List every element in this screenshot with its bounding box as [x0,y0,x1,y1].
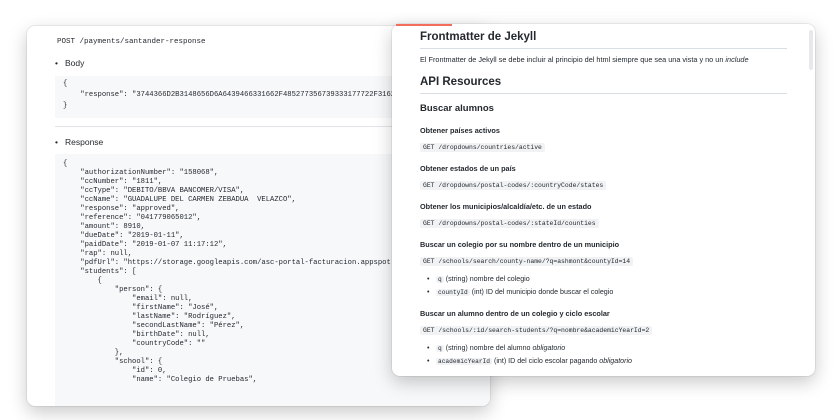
param-desc: (int) ID del ciclo escolar pagando [493,357,598,365]
code-line: { [63,80,68,88]
buscar-alumnos-heading: Buscar alumnos [420,103,494,114]
param-name: countyId [436,289,470,296]
body-label: Body [55,58,85,68]
section-title: Buscar un colegio por su nombre dentro d… [420,240,620,249]
code-line: "lastName": "Rodríguez", [63,313,236,321]
param-desc: (int) ID del municipio donde buscar el c… [471,288,614,296]
heading-rule [420,48,787,49]
endpoint-code: GET /schools/:id/search-students/?q=nomb… [420,326,653,335]
param-name: academicYearId [436,358,492,365]
frontmatter-paragraph: El Frontmatter de Jekyll se debe incluir… [420,55,749,64]
code-line: { [63,277,102,285]
param-name: q [436,345,444,352]
endpoint-path: POST /payments/santander-response [57,38,206,46]
scrollbar[interactable] [809,30,813,70]
code-line: "email": null, [63,295,193,303]
code-line: "id": 0, [63,367,167,375]
param-required: obligatorio [599,357,632,365]
api-resources-heading: API Resources [420,76,502,88]
code-line: "response": "3744366D2B3148656D6A6439466… [63,91,404,99]
param-item: q (string) nombre del alumno obligatorio [427,344,566,352]
frontmatter-emphasis: include [725,55,749,64]
code-line: "school": { [63,358,163,366]
param-item: academicYearId (int) ID del ciclo escola… [427,357,632,365]
param-item: countyId (int) ID del municipio donde bu… [427,288,614,296]
endpoint-code: GET /dropdowns/postal-codes/:countryCode… [420,181,607,190]
param-desc: (string) nombre del colegio [445,275,530,283]
code-line: "name": "Colegio de Pruebas", [63,376,258,384]
code-line: "birthDate": null, [63,331,210,339]
section-title: Obtener países activos [420,126,500,135]
code-line: "authorizationNumber": "158068", [63,169,219,177]
code-line: "person": { [63,286,163,294]
code-line: "rap": null, [63,250,133,258]
section-title: Obtener estados de un país [420,164,516,173]
code-line: "paidDate": "2019-01-07 11:17:12", [63,241,227,249]
code-line: "ccType": "DEBITO/BBVA BANCOMER/VISA", [63,187,245,195]
code-line: "amount": 8910, [63,223,145,231]
section-title: Obtener los municipios/alcaldía/etc. de … [420,202,592,211]
code-line: "reference": "041779065012", [63,214,202,222]
endpoint-code: GET /dropdowns/countries/active [420,143,545,152]
code-line: "dueDate": "2019-01-11", [63,232,184,240]
code-line: "secondLastName": "Pérez", [63,322,245,330]
response-label: Response [55,137,103,147]
endpoint-code: GET /schools/search/county-name/?q=ashmo… [420,257,634,266]
code-line: "firstName": "José", [63,304,219,312]
code-line: }, [63,349,124,357]
frontmatter-text: El Frontmatter de Jekyll se debe incluir… [420,55,724,64]
code-line: "countryCode": "" [63,340,206,348]
code-line: "response": "approved", [63,205,180,213]
code-line: "ccNumber": "1811", [63,178,163,186]
param-required: obligatorio [532,344,566,352]
code-line: } [63,102,68,110]
api-doc-window-front: Frontmatter de Jekyll El Frontmatter de … [392,24,815,376]
frontmatter-heading: Frontmatter de Jekyll [420,31,537,43]
code-line: { [63,160,68,168]
section-title: Buscar un alumno dentro de un colegio y … [420,309,610,318]
accent-bar [396,24,452,26]
code-line: "ccName": "GUADALUPE DEL CARMEN ZEBADUA … [63,196,296,204]
param-item: q (string) nombre del colegio [427,275,530,283]
code-line: "pdfUrl": "https://storage.googleapis.co… [63,259,413,267]
heading-rule [420,93,787,94]
code-line: "students": [ [63,268,137,276]
endpoint-code: GET /dropdowns/postal-codes/:stateId/cou… [420,219,599,228]
param-name: q [436,276,444,283]
param-desc: (string) nombre del alumno [445,344,531,352]
